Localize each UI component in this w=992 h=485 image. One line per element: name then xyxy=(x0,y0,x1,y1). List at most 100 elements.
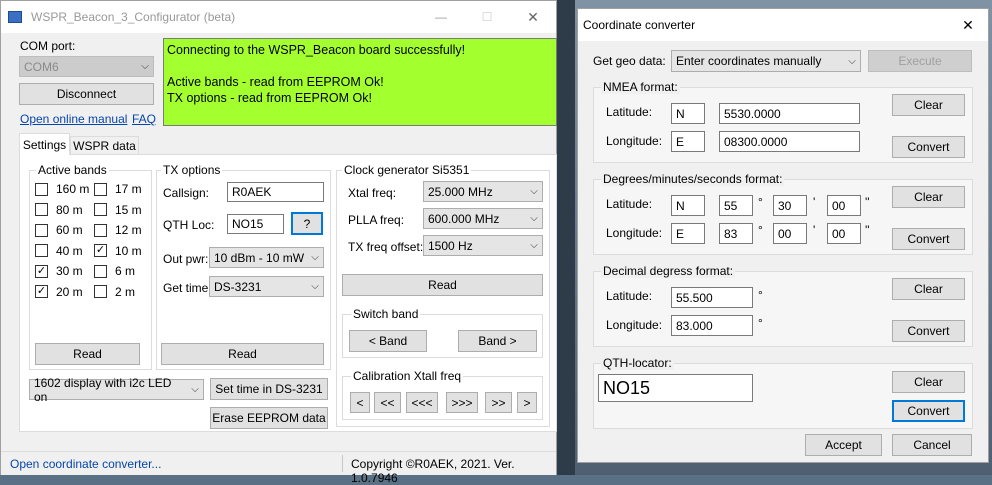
band-checkbox-60m[interactable]: 60 m xyxy=(35,223,83,237)
qth-loc-value: NO15 xyxy=(232,217,264,231)
faq-link[interactable]: FAQ xyxy=(132,112,156,126)
nmea-clear-button[interactable]: Clear xyxy=(892,94,965,116)
out-pwr-label: Out pwr: xyxy=(163,252,209,266)
execute-button[interactable]: Execute xyxy=(868,50,972,72)
minute-symbol: ' xyxy=(813,223,816,237)
plla-select[interactable]: 600.000 MHz ⌵ xyxy=(423,208,543,229)
band-next-button[interactable]: Band > xyxy=(458,330,537,352)
calib-minus-3-button[interactable]: <<< xyxy=(406,392,438,413)
get-time-select[interactable]: DS-3231 ⌵ xyxy=(209,276,324,297)
tx-read-button[interactable]: Read xyxy=(161,343,324,365)
dec-clear-button[interactable]: Clear xyxy=(892,278,965,300)
band-checkbox-30m[interactable]: ✓ 30 m xyxy=(35,264,83,278)
band-label: 17 m xyxy=(115,182,142,196)
dec-lat-input[interactable]: 55.500 xyxy=(671,287,753,308)
nmea-lon-input[interactable]: 08300.0000 xyxy=(719,131,860,152)
checkbox-icon[interactable] xyxy=(35,182,48,196)
checkbox-icon[interactable] xyxy=(94,264,107,278)
nmea-lat-input[interactable]: 5530.0000 xyxy=(719,103,860,124)
xtal-select[interactable]: 25.000 MHz ⌵ xyxy=(423,181,543,202)
band-checkbox-17m[interactable]: 17 m xyxy=(94,182,142,196)
dms-lon-deg: 83 xyxy=(724,226,738,241)
calib-plus-3-button[interactable]: >>> xyxy=(446,392,478,413)
band-checkbox-2m[interactable]: 2 m xyxy=(94,285,135,299)
minimize-icon[interactable]: — xyxy=(418,10,464,24)
open-manual-link[interactable]: Open online manual xyxy=(20,112,127,126)
qth-help-button[interactable]: ? xyxy=(291,212,323,235)
band-checkbox-40m[interactable]: 40 m xyxy=(35,244,83,258)
dec-lon-input[interactable]: 83.000 xyxy=(671,315,753,336)
cancel-button[interactable]: Cancel xyxy=(892,434,972,456)
calib-plus-2-button[interactable]: >> xyxy=(485,392,512,413)
chevron-down-icon: ⌵ xyxy=(530,213,538,224)
erase-eeprom-button[interactable]: Erase EEPROM data xyxy=(210,407,328,429)
checkbox-checked-icon[interactable]: ✓ xyxy=(35,285,48,298)
out-pwr-select[interactable]: 10 dBm - 10 mW ⌵ xyxy=(209,247,324,268)
checkbox-icon[interactable] xyxy=(35,244,48,257)
maximize-icon[interactable]: ☐ xyxy=(464,10,510,24)
callsign-input[interactable]: R0AEK xyxy=(227,182,324,202)
dec-convert-button[interactable]: Convert xyxy=(892,320,965,342)
band-checkbox-10m[interactable]: ✓ 10 m xyxy=(94,244,142,258)
close-icon[interactable]: ✕ xyxy=(510,9,556,26)
nmea-convert-button[interactable]: Convert xyxy=(892,136,965,158)
dms-clear-button[interactable]: Clear xyxy=(892,186,965,208)
tx-options-label: TX options xyxy=(161,163,223,177)
dms-lon-sec-input[interactable]: 00 xyxy=(827,223,861,244)
qth-loc-input[interactable]: NO15 xyxy=(227,214,284,234)
geo-data-select[interactable]: Enter coordinates manually ⌵ xyxy=(671,50,861,72)
dms-lon-min-input[interactable]: 00 xyxy=(773,223,807,244)
checkbox-icon[interactable] xyxy=(94,182,107,196)
band-checkbox-15m[interactable]: 15 m xyxy=(94,203,142,217)
dms-lat-deg-input[interactable]: 55 xyxy=(719,195,753,216)
nmea-lon-dir-input[interactable]: E xyxy=(671,131,705,152)
copyright-text: Copyright ©R0AEK, 2021. Ver. 1.0.7946 xyxy=(351,457,515,485)
checkbox-checked-icon[interactable]: ✓ xyxy=(35,264,48,278)
accept-button[interactable]: Accept xyxy=(805,434,882,456)
checkbox-icon[interactable] xyxy=(35,203,48,216)
tab-settings[interactable]: Settings xyxy=(19,133,70,155)
dms-lat-dir: N xyxy=(676,198,685,213)
calib-minus-1-button[interactable]: < xyxy=(350,392,370,413)
band-prev-button[interactable]: < Band xyxy=(349,330,427,352)
tab-wspr-data[interactable]: WSPR data xyxy=(70,136,139,155)
open-converter-link[interactable]: Open coordinate converter... xyxy=(10,457,161,471)
checkbox-icon[interactable] xyxy=(94,285,107,298)
get-time-label: Get time: xyxy=(163,281,212,295)
com-port-select[interactable]: COM6 ⌵ xyxy=(19,56,154,77)
band-checkbox-160m[interactable]: 160 m xyxy=(35,182,89,196)
xtal-value: 25.000 MHz xyxy=(428,184,493,199)
clock-read-button[interactable]: Read xyxy=(342,274,543,296)
tab-settings-label: Settings xyxy=(22,137,67,152)
close-icon[interactable]: ✕ xyxy=(948,17,988,34)
qth-convert-button[interactable]: Convert xyxy=(892,400,965,422)
dms-convert-button[interactable]: Convert xyxy=(892,228,965,250)
dms-lat-sec-input[interactable]: 00 xyxy=(827,195,861,216)
bands-read-button[interactable]: Read xyxy=(35,343,140,365)
calib-minus-2-button[interactable]: << xyxy=(374,392,401,413)
dms-lat-min-input[interactable]: 30 xyxy=(773,195,807,216)
checkbox-icon[interactable] xyxy=(94,223,107,237)
qth-clear-button[interactable]: Clear xyxy=(892,371,965,393)
checkbox-checked-icon[interactable]: ✓ xyxy=(94,244,107,257)
degree-symbol: ° xyxy=(758,195,763,209)
band-checkbox-6m[interactable]: 6 m xyxy=(94,264,135,278)
dms-lon-deg-input[interactable]: 83 xyxy=(719,223,753,244)
checkbox-icon[interactable] xyxy=(35,223,48,237)
band-checkbox-80m[interactable]: 80 m xyxy=(35,203,83,217)
band-checkbox-12m[interactable]: 12 m xyxy=(94,223,142,237)
calib-plus-1-button[interactable]: > xyxy=(517,392,537,413)
nmea-lat-dir-input[interactable]: N xyxy=(671,103,705,124)
qth-locator-input[interactable]: NO15 xyxy=(598,374,753,402)
log-line: TX options - read from EEPROM Ok! xyxy=(167,91,372,105)
band-label: 20 m xyxy=(56,284,83,299)
dms-lat-dir-input[interactable]: N xyxy=(671,195,705,216)
set-time-button[interactable]: Set time in DS-3231 xyxy=(210,378,328,400)
dms-lon-dir-input[interactable]: E xyxy=(671,223,705,244)
second-symbol: '' xyxy=(865,195,870,209)
display-mode-select[interactable]: 1602 display with i2c LED on ⌵ xyxy=(29,376,204,404)
checkbox-icon[interactable] xyxy=(94,203,107,216)
disconnect-button[interactable]: Disconnect xyxy=(19,83,154,105)
tx-offset-select[interactable]: 1500 Hz ⌵ xyxy=(423,235,543,256)
band-checkbox-20m[interactable]: ✓ 20 m xyxy=(35,285,83,299)
